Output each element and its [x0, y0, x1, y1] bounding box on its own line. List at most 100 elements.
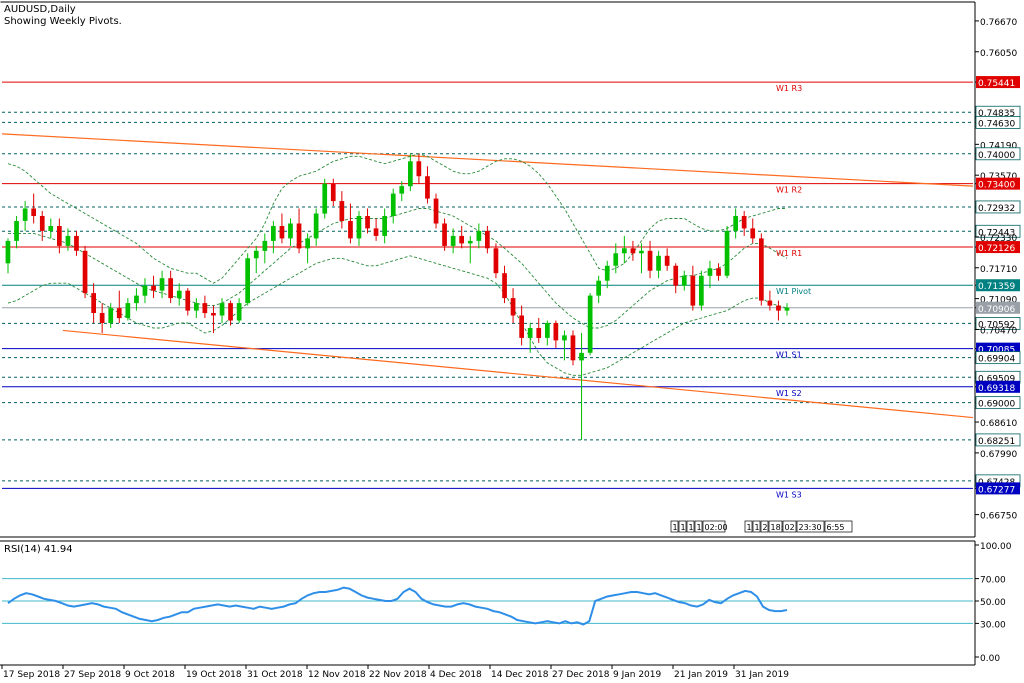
session-label: 2 [763, 523, 768, 532]
candle-body [716, 268, 721, 276]
price-tick-label: 0.76050 [980, 49, 1017, 59]
candle-body [365, 216, 370, 229]
candle-body [159, 278, 165, 291]
session-label: 02 [785, 523, 795, 532]
candle-body [288, 223, 293, 239]
price-tick-label: 0.71359 [978, 282, 1015, 292]
time-tick-label: 14 Dec 2018 [491, 670, 549, 680]
candle-body [750, 228, 756, 239]
candle-body [305, 238, 310, 249]
pivot-label: W1 S2 [776, 389, 802, 398]
candle-body [348, 221, 353, 239]
time-tick-label: 27 Sep 2018 [64, 670, 121, 680]
price-tick-label: 0.66750 [980, 512, 1017, 522]
candle-body [22, 208, 28, 221]
candle-body [57, 226, 62, 246]
candle-body [707, 268, 713, 276]
candle-body [536, 328, 542, 338]
candle-body [562, 335, 567, 341]
candle-body [408, 161, 413, 187]
candle-body [211, 313, 216, 316]
time-tick-label: 17 Sep 2018 [3, 670, 60, 680]
rsi-tick-label: 50.00 [980, 598, 1006, 608]
candle-body [622, 248, 627, 254]
time-tick-label: 4 Dec 2018 [430, 670, 482, 680]
time-tick-label: 9 Oct 2018 [125, 670, 175, 680]
candle-body [74, 235, 79, 251]
candle-body [31, 208, 36, 216]
candle-body [271, 226, 276, 241]
candle-body [776, 305, 781, 311]
rsi-tick-label: 100.00 [980, 542, 1012, 552]
candle-body [356, 216, 362, 239]
price-tick-label: 0.67277 [978, 485, 1015, 495]
time-tick-label: 21 Jan 2019 [674, 670, 728, 680]
candle-body [399, 186, 405, 194]
price-tick-label: 0.69904 [978, 355, 1015, 365]
candle-body [433, 198, 439, 224]
candle-body [116, 308, 122, 319]
candle-body [570, 335, 576, 361]
candle-body [236, 303, 242, 321]
candle-body [296, 223, 302, 249]
candle-body [151, 285, 156, 291]
price-tick-label: 0.74000 [978, 151, 1015, 161]
candle-body [699, 275, 704, 306]
candle-body [545, 323, 550, 338]
candle-body [664, 255, 670, 266]
candle-body [382, 216, 387, 236]
candle-body [579, 352, 584, 361]
candle-body [330, 183, 336, 202]
candle-body [373, 228, 379, 236]
candle-body [108, 308, 114, 323]
pivot-label: W1 R3 [776, 84, 802, 93]
candle-body [202, 303, 208, 314]
time-tick-label: 9 Jan 2019 [613, 670, 661, 680]
candle-body [741, 216, 747, 229]
session-label: 1 [673, 523, 678, 532]
candle-body [553, 323, 559, 341]
current-price-label: 0.70906 [978, 305, 1015, 315]
candle-body [639, 250, 644, 254]
session-label: 6:55 [827, 523, 845, 532]
pivot-label: W1 Pivot [776, 287, 811, 296]
session-label: 1 [755, 523, 760, 532]
pivots-subtitle: Showing Weekly Pivots. [4, 16, 122, 27]
candle-body [176, 290, 182, 299]
session-label: 23:30 [799, 523, 822, 532]
candle-body [467, 240, 473, 244]
candle-body [647, 250, 653, 271]
candle-body [613, 253, 619, 266]
candle-body [596, 280, 601, 296]
candle-body [82, 250, 88, 294]
time-tick-label: 27 Dec 2018 [552, 670, 610, 680]
candle-body [39, 216, 45, 231]
candle-body [493, 248, 499, 274]
pivot-label: W1 S3 [776, 490, 802, 499]
candle-body [91, 293, 96, 313]
candle-body [245, 258, 250, 304]
candle-body [767, 300, 773, 306]
candle-body [185, 290, 191, 311]
price-tick-label: 0.75441 [978, 79, 1015, 89]
candle-body [125, 303, 131, 318]
session-label: 1 [689, 523, 694, 532]
candle-body [228, 303, 233, 321]
candle-body [390, 193, 396, 216]
price-tick-label: 0.76670 [980, 18, 1017, 28]
candle-body [48, 226, 54, 231]
pivot-label: W1 S1 [776, 351, 802, 360]
candle-body [519, 315, 524, 338]
candle-body [425, 176, 430, 199]
price-tick-label: 0.71710 [980, 265, 1017, 275]
session-label: 1 [697, 523, 702, 532]
rsi-tick-label: 0.00 [980, 654, 1000, 664]
candle-body [442, 223, 447, 246]
price-tick-label: 0.68251 [978, 437, 1015, 447]
candle-body [459, 235, 464, 244]
candle-body [313, 213, 319, 239]
time-tick-label: 31 Oct 2018 [247, 670, 303, 680]
time-tick-label: 31 Jan 2019 [735, 670, 789, 680]
candle-body [65, 235, 71, 246]
time-tick-label: 22 Nov 2018 [369, 670, 427, 680]
